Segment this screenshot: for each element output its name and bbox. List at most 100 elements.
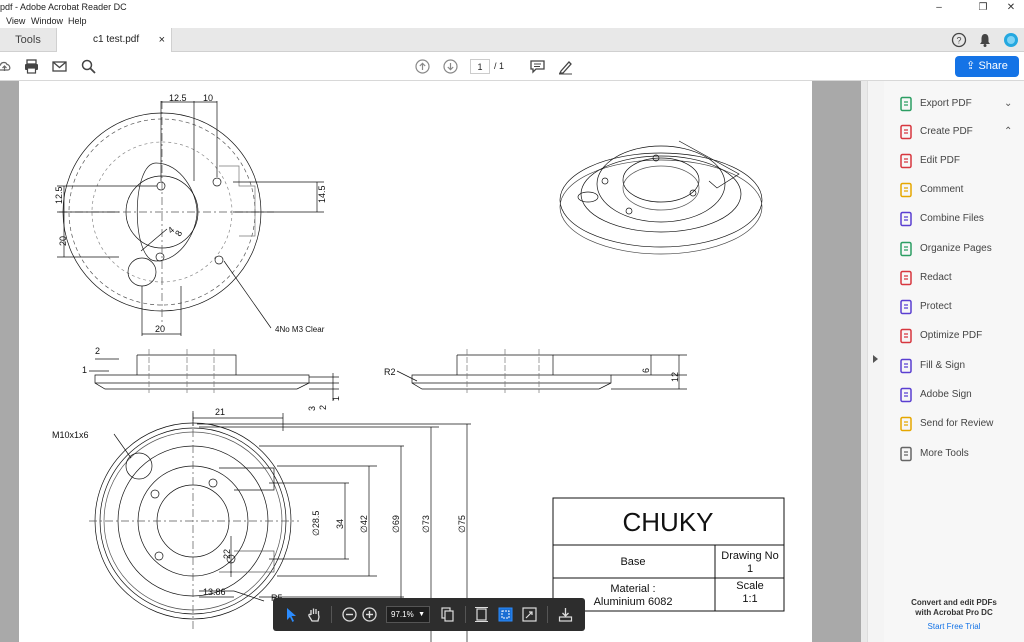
- floating-page-toolbar: 97.1% ▼: [273, 598, 585, 631]
- titleblock-scale-label: Scale: [736, 580, 764, 592]
- holes-callout: 4No M3 Clear: [275, 325, 325, 334]
- page-total: / 1: [494, 61, 505, 71]
- main-toolbar: 1 / 1 ⇪ Share: [0, 52, 1024, 81]
- dim-20-side: 20: [58, 236, 68, 246]
- dim-20-bottom: 20: [155, 324, 165, 334]
- tool-label: Optimize PDF: [920, 330, 983, 341]
- download-icon[interactable]: [557, 606, 574, 623]
- tool-label: Adobe Sign: [920, 389, 972, 400]
- full-screen-icon[interactable]: [521, 606, 538, 623]
- panel-collapse-strip[interactable]: [867, 81, 884, 642]
- upload-cloud-icon[interactable]: [0, 58, 13, 75]
- tool-fill-sign[interactable]: Fill & Sign: [884, 355, 1024, 377]
- print-icon[interactable]: [23, 58, 40, 75]
- tools-pane: Export PDF ⌄ Create PDF ⌃ Edit PDF Comment Com…: [884, 81, 1024, 642]
- protect-icon: [900, 299, 912, 315]
- dim-21: 21: [215, 407, 225, 417]
- menu-help[interactable]: Help: [68, 15, 87, 28]
- optimize-pdf-icon: [900, 328, 912, 344]
- zoom-level-select[interactable]: 97.1% ▼: [386, 606, 430, 623]
- zoom-value: 97.1%: [391, 610, 414, 619]
- tool-label: Combine Files: [920, 213, 984, 224]
- tool-create-pdf[interactable]: Create PDF ⌃: [884, 121, 1024, 143]
- next-page-icon[interactable]: [442, 58, 459, 75]
- tool-label: More Tools: [920, 448, 969, 459]
- tool-export-pdf[interactable]: Export PDF ⌄: [884, 93, 1024, 115]
- fit-page-icon[interactable]: [473, 606, 490, 623]
- help-icon[interactable]: ?: [951, 32, 967, 48]
- select-cursor-icon[interactable]: [283, 606, 300, 623]
- share-button[interactable]: ⇪ Share: [955, 56, 1019, 77]
- organize-pages-icon: [900, 241, 912, 257]
- technical-drawing: 12.5 10 12.5 20 14.5 20 4 8 4No M3 Clear…: [52, 93, 785, 642]
- export-pdf-icon: [900, 96, 912, 112]
- tool-label: Send for Review: [920, 418, 994, 429]
- hand-tool-icon[interactable]: [306, 606, 323, 623]
- titleblock-scale: 1:1: [742, 593, 757, 605]
- expand-arrow-icon[interactable]: [873, 355, 878, 363]
- menu-view[interactable]: View: [6, 15, 25, 28]
- tool-comment[interactable]: Comment: [884, 179, 1024, 201]
- minimize-button[interactable]: –: [924, 0, 954, 15]
- dim-12: 12: [670, 372, 680, 382]
- redact-icon: [900, 270, 912, 286]
- tool-optimize-pdf[interactable]: Optimize PDF: [884, 325, 1024, 347]
- tool-label: Comment: [920, 184, 964, 195]
- zoom-in-icon[interactable]: [361, 606, 378, 623]
- tool-adobe-sign[interactable]: Adobe Sign: [884, 384, 1024, 406]
- dim-dia-69: ∅69: [391, 515, 401, 533]
- highlight-pen-icon[interactable]: [557, 58, 574, 75]
- email-icon[interactable]: [51, 58, 68, 75]
- titleblock-name: CHUKY: [622, 507, 713, 537]
- tool-send-review[interactable]: Send for Review: [884, 413, 1024, 435]
- tool-protect[interactable]: Protect: [884, 296, 1024, 318]
- previous-page-icon[interactable]: [414, 58, 431, 75]
- fit-width-icon[interactable]: [497, 606, 514, 623]
- menu-bar: View Window Help: [0, 15, 1024, 28]
- titleblock-material: Aluminium 6082: [594, 596, 673, 608]
- page-number-input[interactable]: 1: [470, 59, 490, 74]
- tool-edit-pdf[interactable]: Edit PDF: [884, 150, 1024, 172]
- comment-icon[interactable]: [529, 58, 546, 75]
- tool-organize-pages[interactable]: Organize Pages: [884, 238, 1024, 260]
- dim-dia-28-5: ∅28.5: [311, 511, 321, 536]
- page-thumbnails-icon[interactable]: [439, 606, 456, 623]
- close-window-button[interactable]: ✕: [996, 0, 1024, 15]
- titleblock-drawing-no-label: Drawing No: [721, 550, 778, 562]
- tool-more-tools[interactable]: More Tools: [884, 443, 1024, 465]
- dim-2-section: 2: [95, 346, 100, 356]
- notification-bell-icon[interactable]: [977, 32, 993, 48]
- comment-icon: [900, 182, 912, 198]
- dim-3-section: 3: [307, 406, 317, 411]
- dim-1b-section: 1: [331, 396, 341, 401]
- create-pdf-icon: [900, 124, 912, 140]
- tool-label: Redact: [920, 272, 952, 283]
- dim-dia-42: ∅42: [359, 515, 369, 533]
- fill-sign-icon: [900, 358, 912, 374]
- tab-tools[interactable]: Tools: [0, 28, 56, 52]
- adobe-sign-icon: [900, 387, 912, 403]
- search-icon[interactable]: [80, 58, 97, 75]
- tool-label: Organize Pages: [920, 243, 992, 254]
- send-review-icon: [900, 416, 912, 432]
- titleblock-part: Base: [620, 556, 645, 568]
- account-avatar-icon[interactable]: [1003, 32, 1019, 48]
- menu-window[interactable]: Window: [31, 15, 63, 28]
- document-viewport[interactable]: 12.5 10 12.5 20 14.5 20 4 8 4No M3 Clear…: [0, 81, 861, 642]
- tool-label: Create PDF: [920, 126, 973, 137]
- tab-close-icon[interactable]: ×: [159, 28, 165, 52]
- zoom-out-icon[interactable]: [341, 606, 358, 623]
- tab-document[interactable]: c1 test.pdf ×: [56, 28, 172, 52]
- expand-chevron-icon[interactable]: ⌄: [1004, 93, 1012, 115]
- dim-12-5-side: 12.5: [54, 186, 64, 204]
- share-label: Share: [978, 60, 1008, 72]
- dim-dia-75: ∅75: [457, 515, 467, 533]
- promo-text: Convert and edit PDFs with Acrobat Pro D…: [884, 598, 1024, 618]
- start-free-trial-link[interactable]: Start Free Trial: [884, 622, 1024, 631]
- tool-combine-files[interactable]: Combine Files: [884, 208, 1024, 230]
- expand-chevron-icon[interactable]: ⌃: [1004, 121, 1012, 143]
- title-bar: pdf - Adobe Acrobat Reader DC – ❐ ✕: [0, 0, 1024, 15]
- window-title: pdf - Adobe Acrobat Reader DC: [0, 2, 127, 12]
- restore-button[interactable]: ❐: [968, 0, 998, 15]
- tool-redact[interactable]: Redact: [884, 267, 1024, 289]
